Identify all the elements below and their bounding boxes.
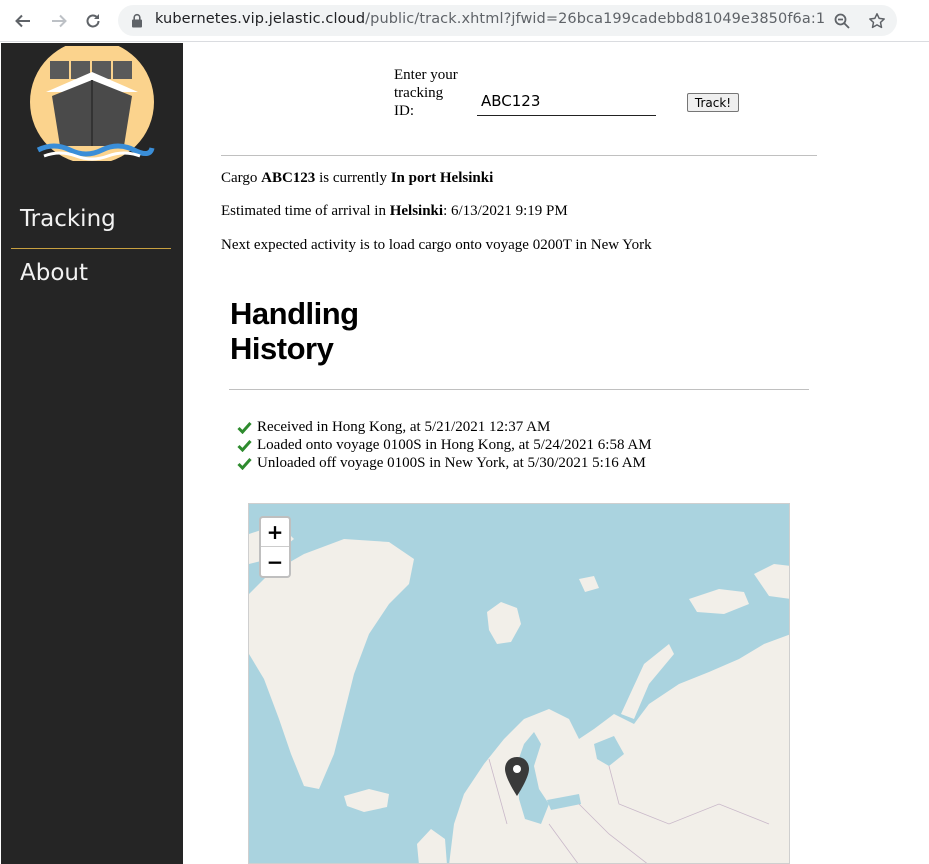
- next-activity-line: Next expected activity is to load cargo …: [221, 237, 652, 253]
- tracking-id-label: Enter your tracking ID:: [394, 67, 458, 119]
- status-text: is currently: [315, 170, 391, 186]
- address-bar[interactable]: kubernetes.vip.jelastic.cloud/public/tra…: [118, 5, 897, 36]
- cargo-status-line: Cargo ABC123 is currently In port Helsin…: [221, 170, 493, 187]
- map-tiles: [249, 524, 789, 863]
- url-host: kubernetes.vip.jelastic.cloud: [155, 11, 366, 27]
- zoom-in-button[interactable]: +: [261, 518, 289, 547]
- eta-text: Estimated time of arrival in: [221, 203, 390, 219]
- handling-history-title: Handling History: [230, 296, 359, 366]
- forward-button[interactable]: [47, 9, 71, 33]
- sidebar-item-tracking[interactable]: Tracking: [20, 206, 116, 232]
- lock-icon: [132, 13, 142, 28]
- history-item: Loaded onto voyage 0100S in Hong Kong, a…: [237, 436, 652, 454]
- check-icon: [237, 421, 252, 434]
- url-path: /public/track.xhtml?jfwid=26bca199cadebb…: [365, 11, 826, 27]
- bookmark-star-icon[interactable]: [868, 12, 886, 30]
- ship-logo: [30, 46, 155, 161]
- history-item-text: Received in Hong Kong, at 5/21/2021 12:3…: [257, 419, 551, 435]
- reload-button[interactable]: [81, 9, 105, 33]
- map-pin-icon[interactable]: [503, 756, 531, 798]
- eta-value: : 6/13/2021 9:19 PM: [443, 203, 568, 219]
- history-item: Received in Hong Kong, at 5/21/2021 12:3…: [237, 418, 652, 436]
- zoom-page-icon[interactable]: [833, 12, 851, 30]
- tracking-id-input[interactable]: [477, 86, 656, 116]
- browser-toolbar: kubernetes.vip.jelastic.cloud/public/tra…: [0, 0, 929, 42]
- back-arrow-icon: [15, 14, 30, 28]
- track-button[interactable]: Track!: [687, 93, 739, 112]
- forward-arrow-icon: [52, 14, 67, 28]
- history-item: Unloaded off voyage 0100S in New York, a…: [237, 454, 652, 472]
- status-text: Cargo: [221, 170, 262, 186]
- sidebar: Tracking About: [1, 43, 183, 864]
- check-icon: [237, 457, 252, 470]
- destination: Helsinki: [389, 203, 444, 219]
- check-icon: [237, 439, 252, 452]
- history-item-text: Unloaded off voyage 0100S in New York, a…: [257, 455, 646, 471]
- divider: [221, 155, 817, 156]
- zoom-out-button[interactable]: −: [261, 547, 289, 576]
- reload-icon: [86, 14, 100, 28]
- back-button[interactable]: [11, 9, 35, 33]
- current-status: In port Helsinki: [390, 170, 494, 186]
- sidebar-item-about[interactable]: About: [20, 260, 88, 286]
- history-list: Received in Hong Kong, at 5/21/2021 12:3…: [237, 418, 652, 472]
- zoom-control: + −: [259, 516, 291, 578]
- history-item-text: Loaded onto voyage 0100S in Hong Kong, a…: [257, 437, 652, 453]
- map-view[interactable]: + −: [248, 503, 790, 864]
- cargo-id: ABC123: [261, 170, 316, 186]
- sidebar-divider: [11, 248, 171, 249]
- eta-line: Estimated time of arrival in Helsinki: 6…: [221, 203, 568, 220]
- url-text: kubernetes.vip.jelastic.cloud/public/tra…: [155, 11, 825, 27]
- divider: [229, 389, 809, 390]
